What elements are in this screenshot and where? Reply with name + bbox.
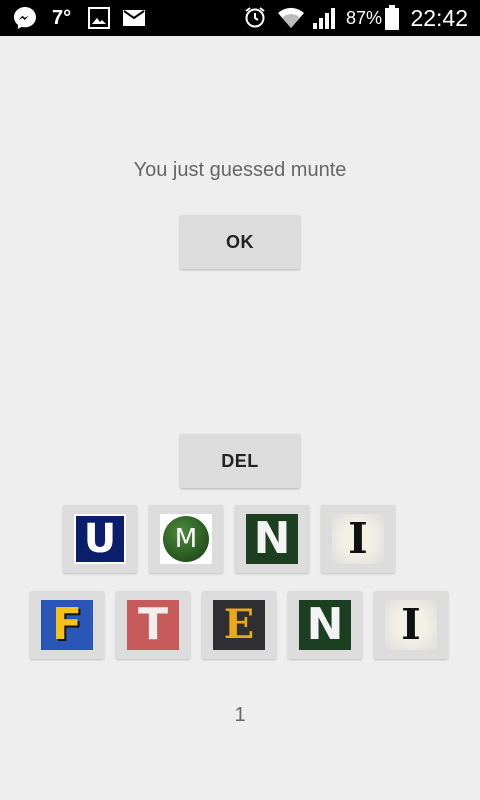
temperature-text: 7° xyxy=(52,7,72,29)
tile-letter: I xyxy=(332,514,384,564)
ok-button[interactable]: OK xyxy=(180,215,300,269)
letter-tile-n[interactable]: N xyxy=(288,591,362,659)
tile-letter: E xyxy=(213,600,265,650)
tile-letter: U xyxy=(74,514,126,564)
tile-letter: I xyxy=(385,600,437,650)
messenger-icon xyxy=(14,7,36,29)
status-bar: 7° 87% 22:42 xyxy=(0,0,480,36)
guess-message: You just guessed munte xyxy=(133,159,347,181)
tile-face: M xyxy=(160,514,212,564)
tile-letter: N xyxy=(299,600,351,650)
alarm-icon xyxy=(245,7,265,28)
battery-icon xyxy=(385,5,399,30)
signal-icon xyxy=(313,8,335,29)
letter-tile-e[interactable]: E xyxy=(202,591,276,659)
letter-tile-i[interactable]: I xyxy=(374,591,448,659)
letter-tile-i[interactable]: I xyxy=(321,505,395,573)
page-number: 1 xyxy=(234,704,246,726)
letter-tile-n[interactable]: N xyxy=(235,505,309,573)
picture-icon xyxy=(88,7,110,29)
battery-percent: 87% xyxy=(346,8,383,28)
del-button[interactable]: DEL xyxy=(180,434,300,488)
tile-letter: T xyxy=(127,600,179,650)
letter-tile-f[interactable]: F xyxy=(30,591,104,659)
letter-tile-u[interactable]: U xyxy=(63,505,137,573)
mail-icon xyxy=(123,10,145,26)
tile-letter: F xyxy=(41,600,93,650)
letter-tile-m[interactable]: M xyxy=(149,505,223,573)
tile-letter: M xyxy=(163,516,209,562)
wifi-icon xyxy=(278,7,304,28)
letter-tile-t[interactable]: T xyxy=(116,591,190,659)
clock: 22:42 xyxy=(410,5,468,31)
tile-letter: N xyxy=(246,514,298,564)
